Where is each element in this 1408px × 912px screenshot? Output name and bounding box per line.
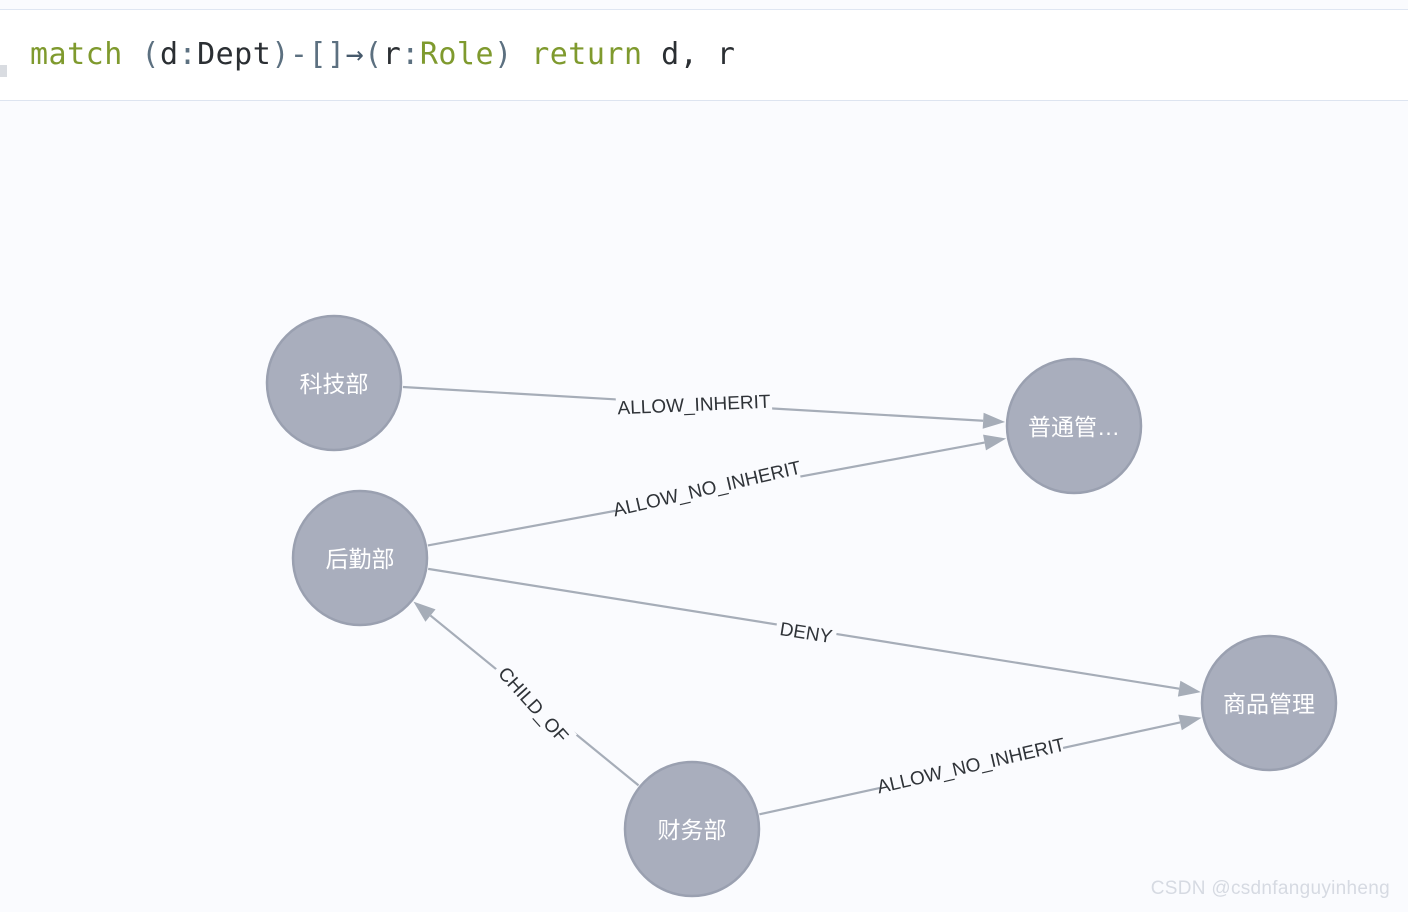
relationship-label-group: CHILD_OF xyxy=(488,658,578,752)
cypher-query-text[interactable]: match (d:Dept)-[]→(r:Role) return d, r xyxy=(30,40,735,70)
query-token-3: d xyxy=(159,37,179,72)
relationship-arrowhead xyxy=(1177,680,1201,697)
query-token-6: ) xyxy=(271,37,290,72)
query-token-16 xyxy=(513,37,532,72)
relationship-label-group: ALLOW_NO_INHERIT xyxy=(611,455,803,523)
csdn-watermark: CSDN @csdnfanguyinheng xyxy=(1150,878,1390,899)
query-token-8: [ xyxy=(308,37,327,72)
query-token-12: r xyxy=(382,37,402,72)
graph-canvas[interactable]: ALLOW_INHERIT ALLOW_NO_INHERIT DENY CHILD_O… xyxy=(0,102,1408,912)
graph-node-keji[interactable]: 科技部 xyxy=(265,314,403,452)
graph-node-shangpin[interactable]: 商品管理 xyxy=(1200,634,1338,772)
query-token-20: , xyxy=(679,37,699,72)
graph-svg[interactable]: ALLOW_INHERIT ALLOW_NO_INHERIT DENY CHILD_O… xyxy=(0,102,1408,912)
graph-result-view: match (d:Dept)-[]→(r:Role) return d, r A… xyxy=(0,0,1408,912)
relationship-label-group: ALLOW_INHERIT xyxy=(615,388,773,422)
relationship-arrowhead xyxy=(983,434,1007,451)
query-token-15: ) xyxy=(494,37,513,72)
query-token-18 xyxy=(643,37,662,72)
query-token-17: return xyxy=(531,37,643,72)
query-editor-bar[interactable]: match (d:Dept)-[]→(r:Role) return d, r xyxy=(0,9,1408,101)
query-token-9: ] xyxy=(327,37,346,72)
graph-node-caiwu[interactable]: 财务部 xyxy=(623,760,761,898)
graph-node-houqin[interactable]: 后勤部 xyxy=(291,489,429,627)
prompt-marker xyxy=(0,65,7,77)
query-token-0: match xyxy=(30,37,123,72)
relationship-label-group: DENY xyxy=(774,615,838,651)
query-token-10: → xyxy=(345,37,365,72)
query-token-13: : xyxy=(401,37,420,72)
relationship-label-group: ALLOW_NO_INHERIT xyxy=(875,732,1067,800)
relationship-arrowhead xyxy=(413,601,436,622)
node-circle[interactable] xyxy=(1200,634,1338,772)
query-token-5: Dept xyxy=(197,37,272,72)
relationship-label: CHILD_OF xyxy=(493,663,571,747)
relationship-label: ALLOW_NO_INHERIT xyxy=(875,735,1067,799)
query-token-11: ( xyxy=(364,37,383,72)
node-circle[interactable] xyxy=(1005,357,1143,495)
query-token-22: r xyxy=(716,37,736,72)
nodes-layer: 科技部后勤部财务部 普通管… 商品管理 xyxy=(265,314,1338,898)
node-circle[interactable] xyxy=(265,314,403,452)
query-token-2: ( xyxy=(141,37,160,72)
edge-labels-layer: ALLOW_INHERIT ALLOW_NO_INHERIT DENY CHILD_O… xyxy=(488,388,1067,800)
relationship-arrowhead xyxy=(1178,714,1202,731)
relationship-arrowhead xyxy=(982,412,1006,429)
node-circle[interactable] xyxy=(291,489,429,627)
query-token-4: : xyxy=(178,37,198,72)
relationship-label: ALLOW_NO_INHERIT xyxy=(611,458,803,522)
query-token-14: Role xyxy=(419,37,495,72)
graph-node-putong[interactable]: 普通管… xyxy=(1005,357,1143,495)
node-circle[interactable] xyxy=(623,760,761,898)
query-token-19: d xyxy=(661,37,680,72)
query-token-7: - xyxy=(289,37,309,72)
query-token-21 xyxy=(698,37,717,72)
query-token-1 xyxy=(123,37,142,72)
